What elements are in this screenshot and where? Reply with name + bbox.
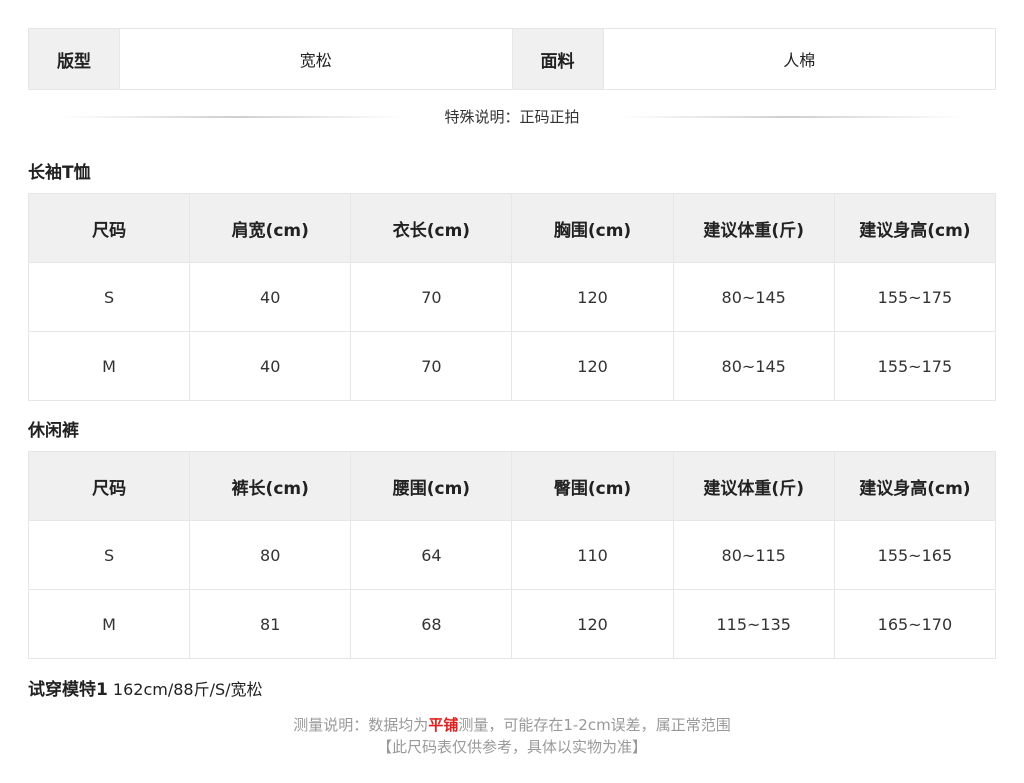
cell-length: 70 bbox=[350, 331, 513, 401]
cell-size: S bbox=[27, 520, 191, 590]
cell-chest: 120 bbox=[511, 331, 674, 401]
tshirt-size-table: 尺码 肩宽(cm) 衣长(cm) 胸围(cm) 建议体重(斤) 建议身高(cm)… bbox=[27, 193, 997, 401]
cell-waist: 68 bbox=[350, 589, 513, 659]
cell-weight: 115~135 bbox=[672, 589, 835, 659]
fit-model-value: 162cm/88斤/S/宽松 bbox=[107, 680, 263, 699]
fabric-label: 面料 bbox=[511, 28, 604, 90]
divider-right bbox=[620, 116, 962, 118]
header-size: 尺码 bbox=[27, 451, 191, 521]
header-height: 建议身高(cm) bbox=[833, 193, 997, 263]
header-weight: 建议体重(斤) bbox=[672, 193, 835, 263]
cell-shoulder: 40 bbox=[189, 262, 352, 332]
table-row: M 81 68 120 115~135 165~170 bbox=[27, 589, 997, 659]
pants-size-table: 尺码 裤长(cm) 腰围(cm) 臀围(cm) 建议体重(斤) 建议身高(cm)… bbox=[27, 451, 997, 659]
header-chest: 胸围(cm) bbox=[511, 193, 674, 263]
measurement-note-pre: 测量说明：数据均为 bbox=[293, 716, 429, 734]
cell-length: 70 bbox=[350, 262, 513, 332]
reference-disclaimer: 【此尺码表仅供参考，具体以实物为准】 bbox=[376, 738, 647, 756]
cell-chest: 120 bbox=[511, 262, 674, 332]
cell-weight: 80~145 bbox=[672, 262, 835, 332]
header-height: 建议身高(cm) bbox=[833, 451, 997, 521]
cell-height: 165~170 bbox=[833, 589, 997, 659]
table-row: S 40 70 120 80~145 155~175 bbox=[27, 262, 997, 332]
cell-size: S bbox=[27, 262, 191, 332]
cell-shoulder: 40 bbox=[189, 331, 352, 401]
table-row: M 40 70 120 80~145 155~175 bbox=[27, 331, 997, 401]
attribute-table: 版型 宽松 面料 人棉 bbox=[28, 28, 996, 90]
cell-pants-length: 81 bbox=[189, 589, 352, 659]
cell-height: 155~175 bbox=[833, 262, 997, 332]
cell-hip: 110 bbox=[511, 520, 674, 590]
header-waist: 腰围(cm) bbox=[350, 451, 513, 521]
cell-weight: 80~145 bbox=[672, 331, 835, 401]
header-shoulder: 肩宽(cm) bbox=[189, 193, 352, 263]
header-hip: 臀围(cm) bbox=[511, 451, 674, 521]
fit-model-info: 试穿模特1 162cm/88斤/S/宽松 bbox=[28, 675, 263, 700]
cell-waist: 64 bbox=[350, 520, 513, 590]
header-size: 尺码 bbox=[27, 193, 191, 263]
cell-pants-length: 80 bbox=[189, 520, 352, 590]
header-length: 衣长(cm) bbox=[350, 193, 513, 263]
table-row: S 80 64 110 80~115 155~165 bbox=[27, 520, 997, 590]
tshirt-section-title: 长袖T恤 bbox=[28, 163, 91, 183]
cell-size: M bbox=[27, 331, 191, 401]
header-weight: 建议体重(斤) bbox=[672, 451, 835, 521]
table-header-row: 尺码 裤长(cm) 腰围(cm) 臀围(cm) 建议体重(斤) 建议身高(cm) bbox=[27, 451, 997, 521]
header-pants-length: 裤长(cm) bbox=[189, 451, 352, 521]
special-note-row: 特殊说明：正码正拍 bbox=[28, 104, 996, 130]
fit-value: 宽松 bbox=[119, 28, 513, 90]
cell-hip: 120 bbox=[511, 589, 674, 659]
measurement-note: 测量说明：数据均为平铺测量，可能存在1-2cm误差，属正常范围 bbox=[0, 714, 1024, 735]
pants-section-title: 休闲裤 bbox=[28, 421, 79, 441]
cell-size: M bbox=[27, 589, 191, 659]
table-header-row: 尺码 肩宽(cm) 衣长(cm) 胸围(cm) 建议体重(斤) 建议身高(cm) bbox=[27, 193, 997, 263]
fabric-value: 人棉 bbox=[602, 28, 996, 90]
fit-label: 版型 bbox=[28, 28, 120, 90]
fit-model-label: 试穿模特1 bbox=[28, 680, 108, 700]
cell-height: 155~165 bbox=[833, 520, 997, 590]
measurement-note-highlight: 平铺 bbox=[428, 716, 459, 734]
cell-weight: 80~115 bbox=[672, 520, 835, 590]
cell-height: 155~175 bbox=[833, 331, 997, 401]
measurement-note-post: 测量，可能存在1-2cm误差，属正常范围 bbox=[458, 716, 731, 734]
attribute-row: 版型 宽松 面料 人棉 bbox=[28, 28, 996, 90]
